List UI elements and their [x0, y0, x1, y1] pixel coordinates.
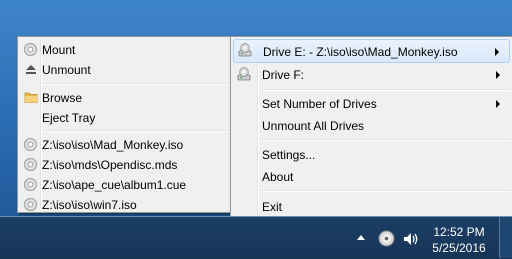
clock-time: 12:52 PM: [433, 225, 485, 239]
disc-file-icon: [24, 138, 37, 151]
volume-icon[interactable]: [402, 231, 420, 247]
submenu-arrow-icon: [495, 48, 499, 56]
folder-icon: [24, 92, 38, 103]
disc-file-icon: [24, 158, 37, 171]
recent-image-item[interactable]: Z:\iso\mds\Opendisc.mds: [20, 154, 228, 175]
disc-icon: [24, 43, 37, 56]
set-number-of-drives-item[interactable]: Set Number of Drives: [233, 93, 510, 114]
eject-tray-item[interactable]: Eject Tray: [20, 107, 228, 128]
submenu-arrow-icon: [496, 100, 500, 108]
unmount-all-label: Unmount All Drives: [262, 119, 365, 133]
recent-image-label: Z:\iso\ape_cue\album1.cue: [42, 178, 187, 192]
recent-image-label: Z:\iso\iso\win7.iso: [42, 198, 137, 212]
recent-image-label: Z:\iso\mds\Opendisc.mds: [42, 158, 178, 172]
unmount-item[interactable]: Unmount: [20, 59, 228, 80]
separator: [261, 89, 509, 91]
mount-item[interactable]: Mount: [20, 39, 228, 60]
drive-f-item[interactable]: Drive F:: [233, 64, 510, 86]
eject-icon: [26, 65, 36, 74]
mount-label: Mount: [42, 43, 76, 57]
separator: [42, 130, 227, 132]
disc-file-icon: [24, 178, 37, 191]
unmount-label: Unmount: [42, 63, 91, 77]
separator: [261, 190, 509, 192]
virtual-drive-icon: [237, 67, 251, 81]
exit-label: Exit: [262, 200, 283, 214]
recent-image-item[interactable]: Z:\iso\ape_cue\album1.cue: [20, 174, 228, 195]
eject-tray-label: Eject Tray: [42, 111, 96, 125]
settings-label: Settings...: [262, 148, 316, 162]
recent-image-item[interactable]: Z:\iso\iso\win7.iso: [20, 194, 228, 215]
recent-image-item[interactable]: Z:\iso\iso\Mad_Monkey.iso: [20, 134, 228, 155]
drive-e-label: Drive E: - Z:\iso\iso\Mad_Monkey.iso: [263, 45, 458, 59]
taskbar-clock[interactable]: 12:52 PM 5/25/2016: [424, 224, 494, 256]
virtual-drive-icon: [238, 43, 252, 57]
about-label: About: [262, 170, 294, 184]
drive-e-item[interactable]: Drive E: - Z:\iso\iso\Mad_Monkey.iso: [233, 39, 510, 63]
set-number-label: Set Number of Drives: [262, 97, 377, 111]
show-hidden-icons-arrow-icon[interactable]: [355, 233, 367, 243]
disc-file-icon: [24, 198, 37, 211]
settings-item[interactable]: Settings...: [233, 144, 510, 165]
recent-image-label: Z:\iso\iso\Mad_Monkey.iso: [42, 138, 184, 152]
drive-f-label: Drive F:: [262, 68, 304, 82]
browse-label: Browse: [42, 91, 83, 105]
right-context-menu: Drive E: - Z:\iso\iso\Mad_Monkey.iso Dri…: [230, 36, 512, 218]
show-desktop-button[interactable]: [499, 217, 512, 258]
exit-item[interactable]: Exit: [233, 196, 510, 217]
browse-item[interactable]: Browse: [20, 87, 228, 108]
about-item[interactable]: About: [233, 166, 510, 187]
submenu-arrow-icon: [496, 71, 500, 79]
left-context-menu: Mount Unmount Browse Eject Tray Z:\iso\i…: [17, 36, 231, 213]
separator: [261, 139, 509, 141]
wincdemu-tray-icon[interactable]: [378, 230, 395, 247]
unmount-all-drives-item[interactable]: Unmount All Drives: [233, 115, 510, 136]
separator: [42, 83, 227, 85]
clock-date: 5/25/2016: [432, 241, 486, 255]
